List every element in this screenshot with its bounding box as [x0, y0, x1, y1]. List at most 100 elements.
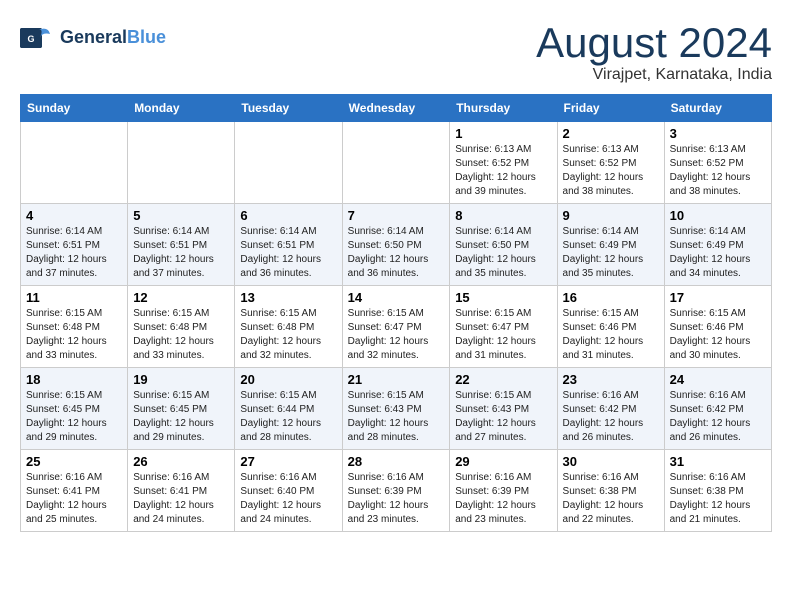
day-info: Sunrise: 6:13 AM Sunset: 6:52 PM Dayligh… — [670, 143, 766, 199]
day-number: 12 — [133, 290, 229, 305]
day-number: 3 — [670, 126, 766, 141]
day-info: Sunrise: 6:15 AM Sunset: 6:45 PM Dayligh… — [26, 389, 122, 445]
day-number: 15 — [455, 290, 551, 305]
day-number: 8 — [455, 208, 551, 223]
calendar-cell: 8Sunrise: 6:14 AM Sunset: 6:50 PM Daylig… — [450, 204, 557, 286]
day-number: 5 — [133, 208, 229, 223]
weekday-header-row: SundayMondayTuesdayWednesdayThursdayFrid… — [21, 95, 772, 122]
calendar-cell: 10 Sunrise: 6:14 AM Sunset: 6:49 PM Dayli… — [664, 204, 771, 286]
day-number: 23 — [563, 372, 659, 387]
calendar-cell: 13 Sunrise: 6:15 AM Sunset: 6:48 PM Dayli… — [235, 286, 342, 368]
week-row-1: 1Sunrise: 6:13 AM Sunset: 6:52 PM Daylig… — [21, 122, 772, 204]
calendar-cell: 25 Sunrise: 6:16 AM Sunset: 6:41 PM Dayli… — [21, 450, 128, 532]
calendar-cell: 14 Sunrise: 6:15 AM Sunset: 6:47 PM Dayli… — [342, 286, 450, 368]
day-number: 10 — [670, 208, 766, 223]
calendar-cell: 22 Sunrise: 6:15 AM Sunset: 6:43 PM Dayli… — [450, 368, 557, 450]
calendar-cell: 15 Sunrise: 6:15 AM Sunset: 6:47 PM Dayli… — [450, 286, 557, 368]
calendar-cell: 5 Sunrise: 6:14 AM Sunset: 6:51 PM Daylig… — [128, 204, 235, 286]
day-info: Sunrise: 6:16 AM Sunset: 6:38 PM Dayligh… — [563, 471, 659, 527]
calendar-cell: 4 Sunrise: 6:14 AM Sunset: 6:51 PM Daylig… — [21, 204, 128, 286]
day-info: Sunrise: 6:16 AM Sunset: 6:41 PM Dayligh… — [26, 471, 122, 527]
calendar-cell — [235, 122, 342, 204]
calendar-cell: 23 Sunrise: 6:16 AM Sunset: 6:42 PM Dayli… — [557, 368, 664, 450]
day-number: 25 — [26, 454, 122, 469]
day-number: 13 — [240, 290, 336, 305]
day-info: Sunrise: 6:16 AM Sunset: 6:41 PM Dayligh… — [133, 471, 229, 527]
day-info: Sunrise: 6:15 AM Sunset: 6:48 PM Dayligh… — [240, 307, 336, 363]
week-row-3: 11 Sunrise: 6:15 AM Sunset: 6:48 PM Dayli… — [21, 286, 772, 368]
week-row-4: 18 Sunrise: 6:15 AM Sunset: 6:45 PM Dayli… — [21, 368, 772, 450]
day-info: Sunrise: 6:16 AM Sunset: 6:42 PM Dayligh… — [670, 389, 766, 445]
weekday-header-wednesday: Wednesday — [342, 95, 450, 122]
day-number: 30 — [563, 454, 659, 469]
day-info: Sunrise: 6:15 AM Sunset: 6:46 PM Dayligh… — [670, 307, 766, 363]
day-number: 16 — [563, 290, 659, 305]
calendar-cell: 12Sunrise: 6:15 AM Sunset: 6:48 PM Dayli… — [128, 286, 235, 368]
day-number: 22 — [455, 372, 551, 387]
day-number: 29 — [455, 454, 551, 469]
day-info: Sunrise: 6:14 AM Sunset: 6:51 PM Dayligh… — [26, 225, 122, 281]
day-number: 7 — [348, 208, 445, 223]
weekday-header-friday: Friday — [557, 95, 664, 122]
weekday-header-saturday: Saturday — [664, 95, 771, 122]
logo-text-general: General — [60, 27, 127, 47]
day-number: 28 — [348, 454, 445, 469]
day-info: Sunrise: 6:15 AM Sunset: 6:47 PM Dayligh… — [455, 307, 551, 363]
calendar-cell: 27Sunrise: 6:16 AM Sunset: 6:40 PM Dayli… — [235, 450, 342, 532]
calendar-cell — [21, 122, 128, 204]
day-info: Sunrise: 6:16 AM Sunset: 6:42 PM Dayligh… — [563, 389, 659, 445]
calendar-cell: 19 Sunrise: 6:15 AM Sunset: 6:45 PM Dayli… — [128, 368, 235, 450]
day-number: 6 — [240, 208, 336, 223]
day-info: Sunrise: 6:15 AM Sunset: 6:48 PM Dayligh… — [26, 307, 122, 363]
calendar-cell — [128, 122, 235, 204]
day-number: 9 — [563, 208, 659, 223]
calendar-cell: 31 Sunrise: 6:16 AM Sunset: 6:38 PM Dayli… — [664, 450, 771, 532]
day-info: Sunrise: 6:14 AM Sunset: 6:49 PM Dayligh… — [563, 225, 659, 281]
day-number: 20 — [240, 372, 336, 387]
day-number: 2 — [563, 126, 659, 141]
calendar-cell: 6 Sunrise: 6:14 AM Sunset: 6:51 PM Daylig… — [235, 204, 342, 286]
logo-text-blue: Blue — [127, 27, 166, 47]
day-number: 4 — [26, 208, 122, 223]
day-number: 26 — [133, 454, 229, 469]
calendar-cell: 28 Sunrise: 6:16 AM Sunset: 6:39 PM Dayli… — [342, 450, 450, 532]
weekday-header-sunday: Sunday — [21, 95, 128, 122]
day-info: Sunrise: 6:14 AM Sunset: 6:50 PM Dayligh… — [348, 225, 445, 281]
calendar-cell: 26 Sunrise: 6:16 AM Sunset: 6:41 PM Dayli… — [128, 450, 235, 532]
day-number: 11 — [26, 290, 122, 305]
calendar-cell — [342, 122, 450, 204]
calendar-cell: 11 Sunrise: 6:15 AM Sunset: 6:48 PM Dayli… — [21, 286, 128, 368]
day-info: Sunrise: 6:15 AM Sunset: 6:47 PM Dayligh… — [348, 307, 445, 363]
day-info: Sunrise: 6:14 AM Sunset: 6:49 PM Dayligh… — [670, 225, 766, 281]
day-info: Sunrise: 6:15 AM Sunset: 6:45 PM Dayligh… — [133, 389, 229, 445]
calendar-cell: 29 Sunrise: 6:16 AM Sunset: 6:39 PM Dayli… — [450, 450, 557, 532]
calendar-cell: 30 Sunrise: 6:16 AM Sunset: 6:38 PM Dayli… — [557, 450, 664, 532]
day-info: Sunrise: 6:14 AM Sunset: 6:51 PM Dayligh… — [240, 225, 336, 281]
calendar-cell: 1Sunrise: 6:13 AM Sunset: 6:52 PM Daylig… — [450, 122, 557, 204]
day-number: 27 — [240, 454, 336, 469]
day-info: Sunrise: 6:15 AM Sunset: 6:43 PM Dayligh… — [348, 389, 445, 445]
calendar-cell: 2Sunrise: 6:13 AM Sunset: 6:52 PM Daylig… — [557, 122, 664, 204]
page-header: G GeneralBlue August 2024 Virajpet, Karn… — [20, 20, 772, 84]
day-number: 18 — [26, 372, 122, 387]
calendar-cell: 7 Sunrise: 6:14 AM Sunset: 6:50 PM Daylig… — [342, 204, 450, 286]
day-info: Sunrise: 6:16 AM Sunset: 6:38 PM Dayligh… — [670, 471, 766, 527]
location-subtitle: Virajpet, Karnataka, India — [536, 66, 772, 84]
month-title: August 2024 — [536, 20, 772, 66]
day-number: 31 — [670, 454, 766, 469]
calendar-cell: 3 Sunrise: 6:13 AM Sunset: 6:52 PM Daylig… — [664, 122, 771, 204]
day-info: Sunrise: 6:16 AM Sunset: 6:39 PM Dayligh… — [348, 471, 445, 527]
calendar-cell: 16Sunrise: 6:15 AM Sunset: 6:46 PM Dayli… — [557, 286, 664, 368]
svg-text:G: G — [27, 34, 34, 44]
calendar-cell: 9 Sunrise: 6:14 AM Sunset: 6:49 PM Daylig… — [557, 204, 664, 286]
day-info: Sunrise: 6:15 AM Sunset: 6:43 PM Dayligh… — [455, 389, 551, 445]
day-number: 19 — [133, 372, 229, 387]
weekday-header-tuesday: Tuesday — [235, 95, 342, 122]
calendar-cell: 20Sunrise: 6:15 AM Sunset: 6:44 PM Dayli… — [235, 368, 342, 450]
calendar-cell: 18 Sunrise: 6:15 AM Sunset: 6:45 PM Dayli… — [21, 368, 128, 450]
week-row-5: 25 Sunrise: 6:16 AM Sunset: 6:41 PM Dayli… — [21, 450, 772, 532]
day-info: Sunrise: 6:14 AM Sunset: 6:51 PM Dayligh… — [133, 225, 229, 281]
day-number: 17 — [670, 290, 766, 305]
day-info: Sunrise: 6:16 AM Sunset: 6:39 PM Dayligh… — [455, 471, 551, 527]
day-number: 14 — [348, 290, 445, 305]
